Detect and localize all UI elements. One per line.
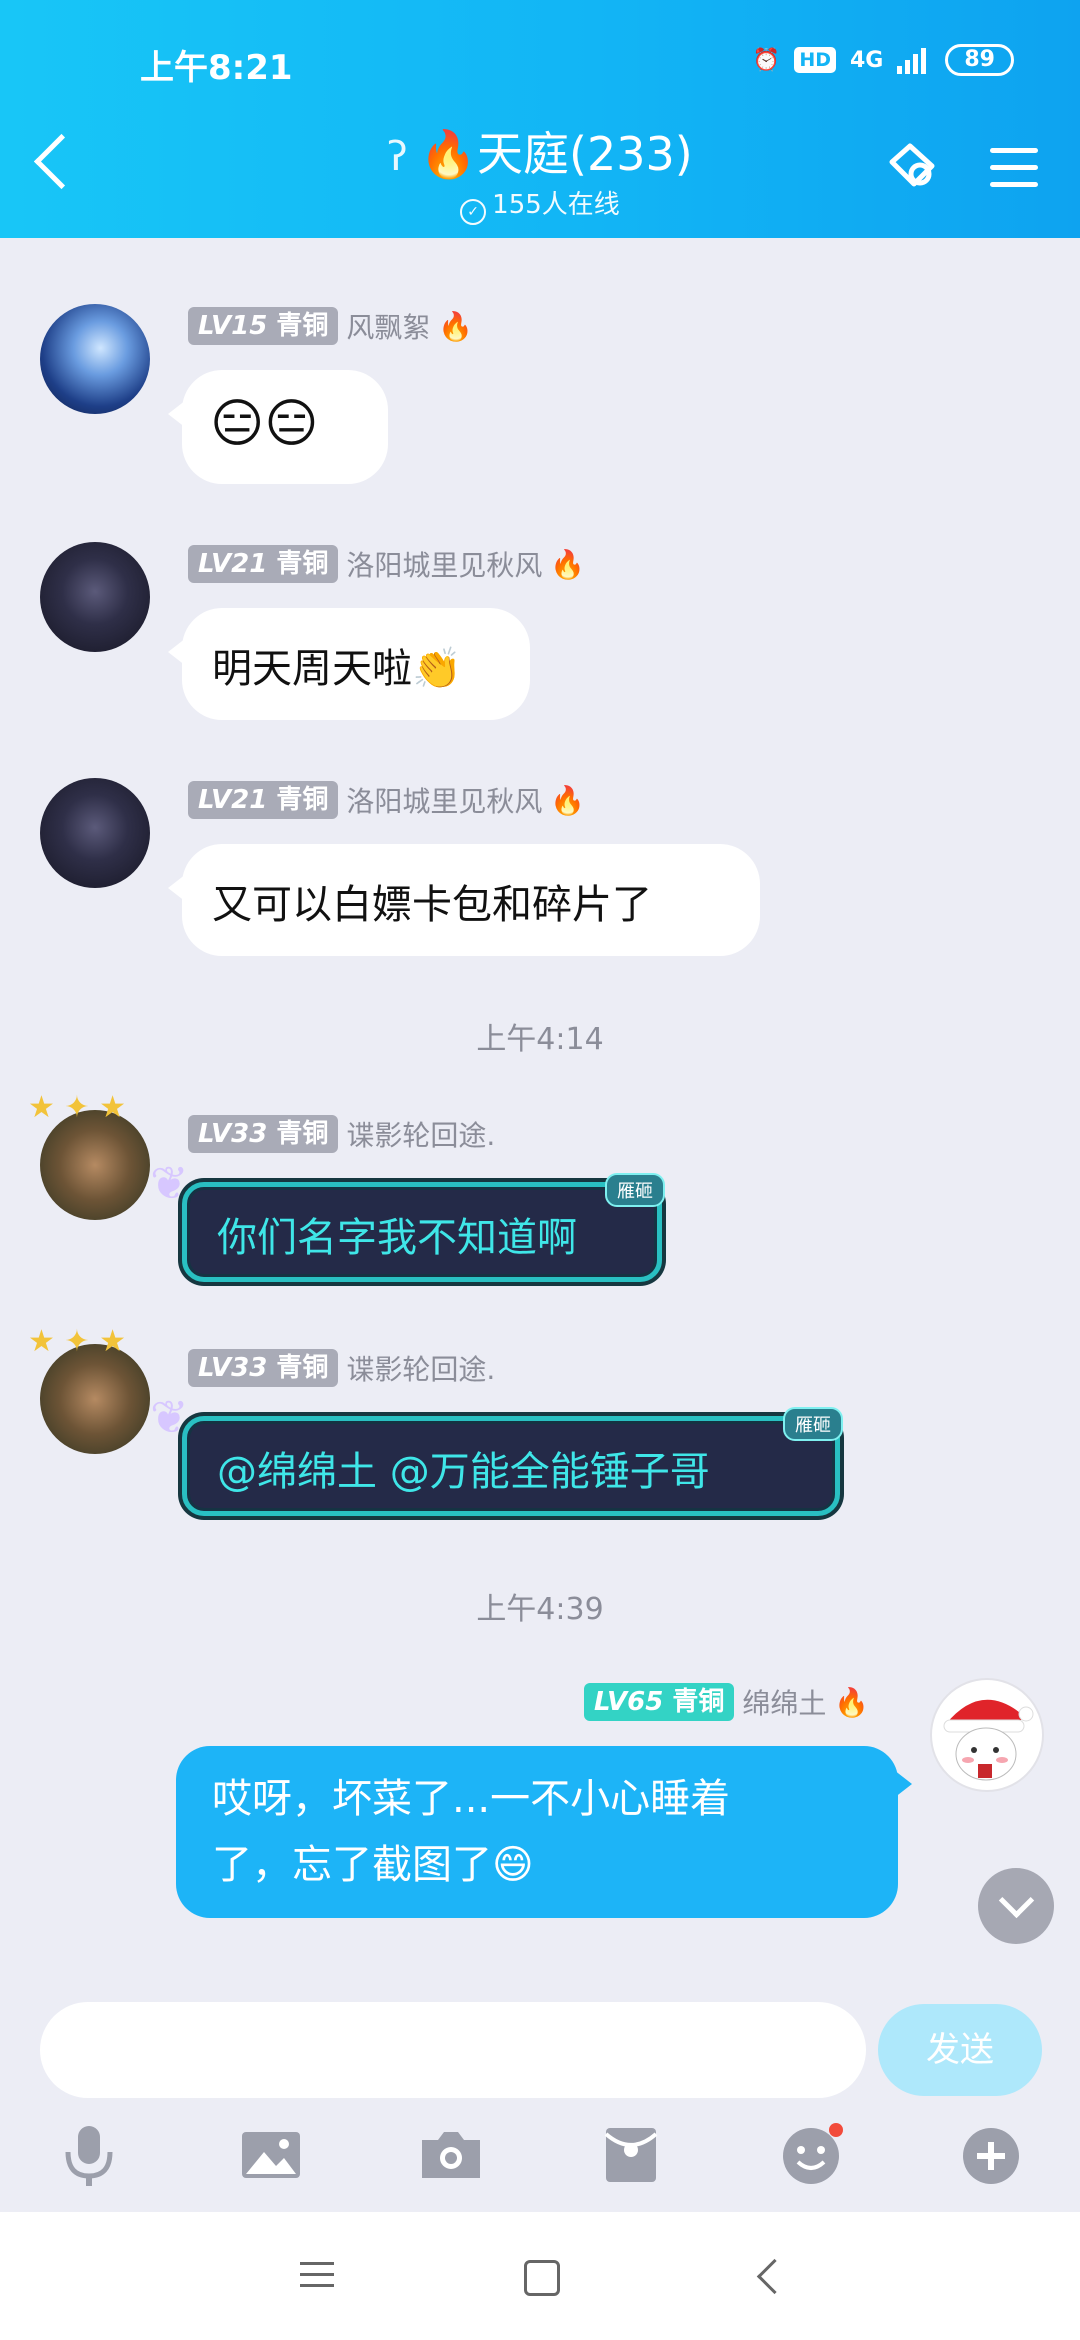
fire-icon: 🔥	[550, 547, 586, 581]
ear-icon[interactable]: ʔ	[387, 134, 407, 180]
red-packet-icon[interactable]	[596, 2120, 666, 2190]
sender-meta: LV33 青铜 谍影轮回途.	[188, 1348, 495, 1388]
message-bubble[interactable]: 又可以白嫖卡包和碎片了	[168, 844, 760, 956]
recent-apps-icon[interactable]	[300, 2262, 334, 2295]
level-badge: LV33 青铜	[188, 1349, 339, 1387]
sender-name: 风飘絮	[346, 311, 431, 344]
settings-icon[interactable]	[884, 138, 940, 194]
level-badge: LV15 青铜	[188, 307, 339, 345]
verify-icon: ✓	[460, 199, 487, 225]
alarm-icon: ⏰	[752, 47, 781, 73]
input-toolbar	[0, 2110, 1080, 2200]
sender-meta: LV21 青铜 洛阳城里见秋风 🔥	[188, 780, 585, 820]
message-input[interactable]	[40, 2002, 866, 2098]
emoji-icon[interactable]	[776, 2120, 846, 2190]
bubble-tag: 雁砸	[783, 1407, 843, 1441]
home-icon[interactable]	[524, 2260, 560, 2296]
santa-avatar-icon	[943, 1699, 1034, 1781]
message-bubble[interactable]: 明天周天啦👏	[168, 608, 530, 720]
sender-meta: LV65 青铜 绵绵土 🔥	[584, 1682, 869, 1722]
network-label: 4G	[850, 47, 884, 73]
sender-meta: LV21 青铜 洛阳城里见秋风 🔥	[188, 544, 585, 584]
bubble-tag: 雁砸	[605, 1173, 665, 1207]
level-badge: LV21 青铜	[188, 545, 339, 583]
time-separator: 上午4:39	[476, 1592, 604, 1627]
avatar[interactable]	[40, 778, 150, 888]
sender-meta: LV33 青铜 谍影轮回途.	[188, 1114, 495, 1154]
title-emoji: 🔥	[419, 127, 477, 181]
scroll-to-bottom-button[interactable]	[978, 1868, 1054, 1944]
my-message-bubble[interactable]: 哎呀，坏菜了...一不小心睡着 了，忘了截图了😄	[176, 1746, 912, 1918]
message-bubble[interactable]: 你们名字我不知道啊 雁砸	[182, 1173, 665, 1282]
image-icon[interactable]	[236, 2120, 306, 2190]
fire-icon: 🔥	[834, 1685, 870, 1719]
avatar[interactable]	[40, 304, 150, 414]
message-bubble[interactable]: 😑😑	[168, 370, 388, 484]
star-decoration-icon: ★ ✦ ★	[28, 1090, 126, 1125]
avatar[interactable]	[40, 1110, 150, 1220]
level-badge: LV65 青铜	[584, 1683, 735, 1721]
avatar[interactable]	[930, 1678, 1044, 1792]
avatar[interactable]	[40, 542, 150, 652]
fire-icon: 🔥	[550, 783, 586, 817]
microphone-icon[interactable]	[54, 2120, 124, 2190]
hd-icon: HD	[794, 47, 836, 73]
time-separator: 上午4:14	[476, 1022, 604, 1057]
plus-icon[interactable]	[956, 2120, 1026, 2190]
sender-name: 洛阳城里见秋风	[346, 785, 543, 818]
sender-name: 谍影轮回途.	[346, 1119, 496, 1152]
send-button[interactable]: 发送	[878, 2004, 1042, 2096]
star-decoration-icon: ★ ✦ ★	[28, 1324, 126, 1359]
system-nav-bar	[0, 2212, 1080, 2340]
sender-name: 洛阳城里见秋风	[346, 549, 543, 582]
camera-icon[interactable]	[416, 2120, 486, 2190]
avatar[interactable]	[40, 1344, 150, 1454]
fire-icon: 🔥	[438, 309, 474, 343]
status-icons: ⏰ HD 4G 89	[753, 44, 1014, 76]
menu-icon[interactable]	[990, 148, 1038, 188]
signal-icon	[897, 48, 927, 74]
level-badge: LV21 青铜	[188, 781, 339, 819]
level-badge: LV33 青铜	[188, 1115, 339, 1153]
sender-name: 绵绵土	[742, 1687, 827, 1720]
system-back-icon[interactable]	[756, 2258, 793, 2295]
sender-name: 谍影轮回途.	[346, 1353, 496, 1386]
message-bubble[interactable]: @绵绵土 @万能全能锤子哥 雁砸	[182, 1407, 843, 1516]
battery-indicator: 89	[945, 44, 1014, 76]
status-time: 上午8:21	[140, 48, 293, 88]
chat-header: 上午8:21 ⏰ HD 4G 89 ʔ 🔥天庭(233) ✓ 155人在线	[0, 0, 1080, 238]
group-name: 天庭(233)	[477, 127, 693, 181]
sender-meta: LV15 青铜 风飘絮 🔥	[188, 306, 473, 346]
